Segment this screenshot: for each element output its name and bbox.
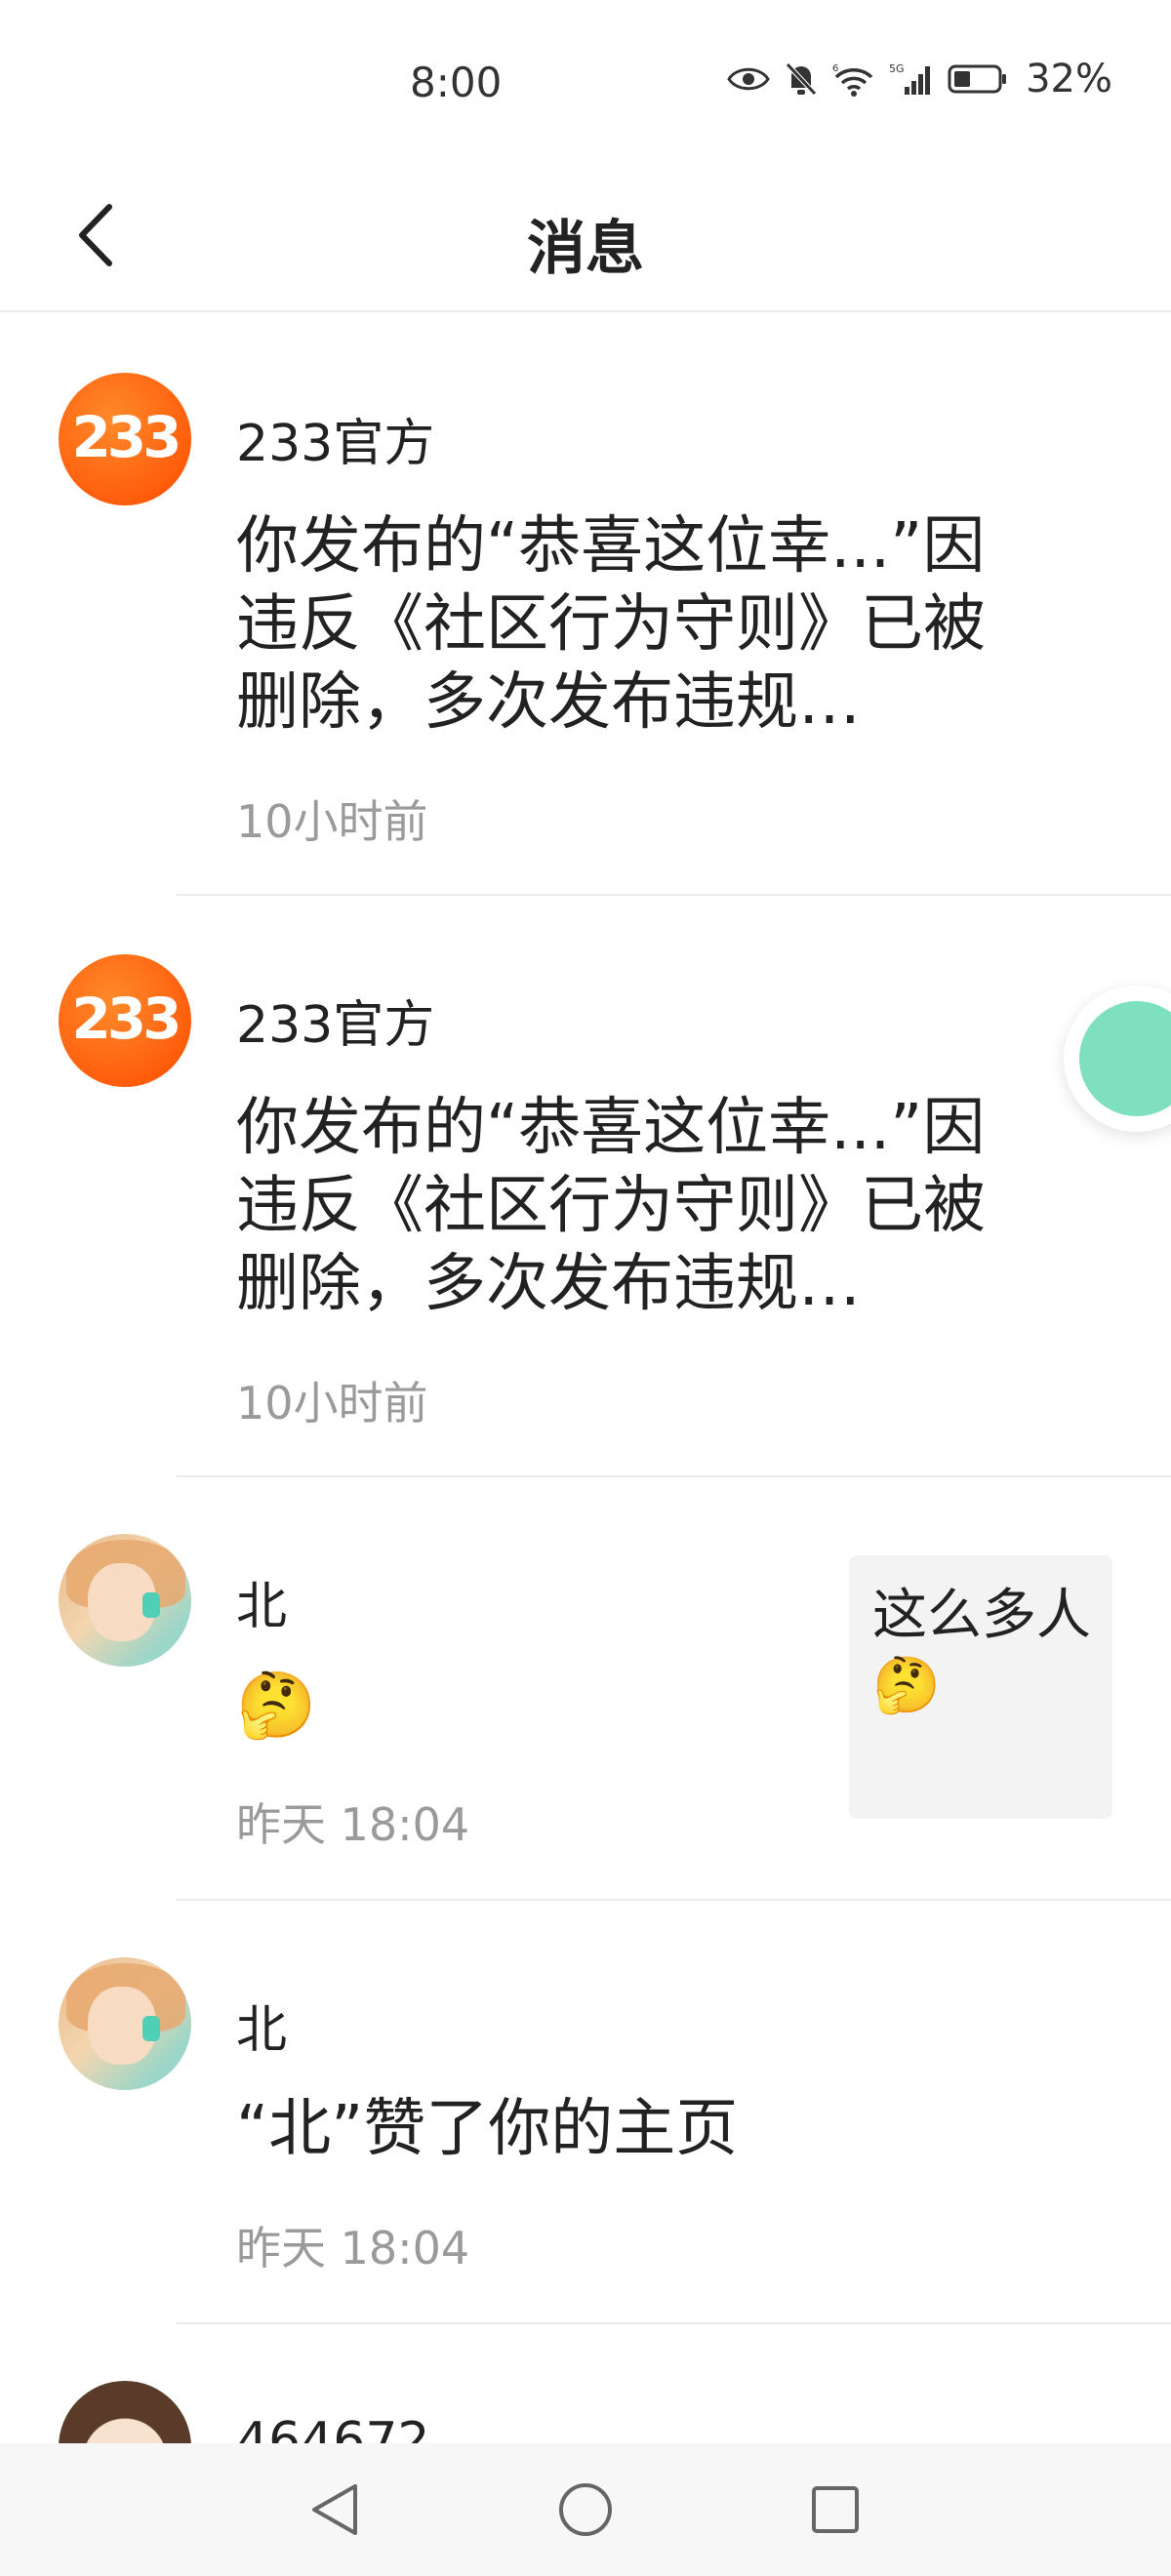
nav-recents-button[interactable] (804, 2480, 867, 2543)
avatar[interactable] (59, 1534, 191, 1667)
avatar-logo-text: 233 (71, 404, 182, 470)
post-preview-text: 这么多人🤔 (872, 1584, 1091, 1717)
recents-square-icon (808, 2482, 863, 2541)
battery-percent: 32% (1026, 57, 1112, 101)
sender-name: 北 (236, 1578, 288, 1636)
wifi-6-icon: 6 (832, 61, 875, 97)
message-time: 昨天 18:04 (236, 2222, 470, 2274)
message-time: 10小时前 (236, 1377, 428, 1429)
status-bar: 8:00 6 5G 32% (0, 0, 1171, 166)
message-item[interactable]: 北 “北”赞了你的主页 昨天 18:04 (0, 1899, 1171, 2324)
message-item[interactable]: 北 🤔 昨天 18:04 这么多人🤔 (0, 1475, 1171, 1901)
home-circle-icon (556, 2480, 615, 2543)
sender-name: 北 (236, 2001, 288, 2060)
battery-icon (948, 63, 1008, 95)
nav-back-button[interactable] (303, 2480, 365, 2543)
messages-page: 8:00 6 5G 32% 消息 233 233官方 你发布的“恭喜这位幸...… (0, 0, 1171, 2576)
page-title: 消息 (527, 215, 644, 283)
signal-5g-icon: 5G (889, 61, 934, 97)
avatar[interactable]: 233 (59, 373, 191, 505)
message-item[interactable]: 233 233官方 你发布的“恭喜这位幸...”因违反《社区行为守则》已被删除，… (0, 894, 1171, 1477)
post-preview-card[interactable]: 这么多人🤔 (849, 1555, 1112, 1819)
back-triangle-icon (306, 2480, 361, 2543)
status-icons: 6 5G 32% (727, 57, 1112, 101)
message-list: 233 233官方 你发布的“恭喜这位幸...”因违反《社区行为守则》已被删除，… (0, 312, 1171, 2537)
chat-bubble-icon (1079, 1001, 1171, 1116)
nav-home-button[interactable] (554, 2480, 617, 2543)
message-text: “北”赞了你的主页 (236, 2093, 739, 2165)
eye-icon (727, 64, 770, 94)
message-text: 你发布的“恭喜这位幸...”因违反《社区行为守则》已被删除，多次发布违规… (236, 510, 986, 739)
svg-text:6: 6 (832, 63, 838, 74)
system-navbar (0, 2443, 1171, 2576)
message-item[interactable]: 233 233官方 你发布的“恭喜这位幸...”因违反《社区行为守则》已被删除，… (0, 312, 1171, 896)
status-time: 8:00 (410, 59, 503, 106)
avatar-logo-text: 233 (71, 986, 182, 1052)
avatar[interactable]: 233 (59, 954, 191, 1087)
message-time: 昨天 18:04 (236, 1798, 470, 1851)
avatar[interactable] (59, 1957, 191, 2090)
sender-name: 233官方 (236, 415, 435, 473)
message-text: 你发布的“恭喜这位幸...”因违反《社区行为守则》已被删除，多次发布违规… (236, 1092, 986, 1320)
header: 消息 (0, 166, 1171, 312)
bell-off-icon (784, 60, 819, 98)
sender-name: 233官方 (236, 996, 435, 1055)
message-time: 10小时前 (236, 795, 428, 848)
svg-text:5G: 5G (889, 62, 905, 75)
